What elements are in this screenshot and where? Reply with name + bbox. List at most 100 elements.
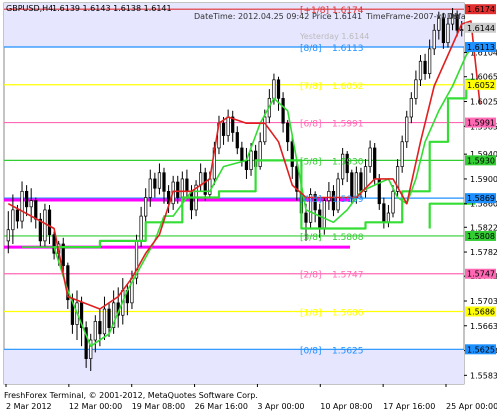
candle-body (144, 197, 148, 217)
candle-body (432, 29, 436, 50)
candle-body (34, 200, 38, 220)
candle-body (98, 321, 102, 335)
candle-body (382, 203, 386, 223)
x-tick-label: 10 Apr 08:00 (320, 402, 372, 411)
price-tag-label: 1.5625 (467, 345, 495, 354)
candle-body (157, 172, 162, 189)
candle-body (221, 122, 226, 136)
level-value: 1.5808 (332, 233, 364, 243)
candle-body (428, 48, 432, 74)
y-tick-label: 1.5900 (470, 175, 497, 184)
candle-body (148, 178, 152, 198)
price-tag-label: 1.6113 (467, 43, 495, 52)
level-value: 1.6113 (332, 44, 364, 54)
price-tag-label: 1.6174 (467, 5, 495, 14)
x-tick-label: 12 Mar 00:00 (69, 402, 122, 411)
level-name: [8/8] (300, 44, 322, 54)
bottom-zone (4, 349, 464, 384)
level-name: [7/8] (300, 82, 322, 92)
x-tick-label: 19 Mar 08:00 (132, 402, 185, 411)
candle-body (286, 122, 290, 143)
x-tick-label: 25 Apr 00:00 (446, 402, 497, 411)
candle-body (460, 29, 464, 31)
level-value: 1.5991 (332, 120, 364, 130)
level-name: [0/8] (300, 346, 322, 356)
price-label: Price 1.6141 (312, 12, 362, 21)
candle-body (208, 178, 212, 195)
price-tag-label: 1.6052 (467, 81, 495, 90)
candle-body (318, 209, 322, 229)
candle-body (153, 178, 157, 189)
candle-body (93, 321, 97, 341)
candle-body (226, 116, 230, 136)
copyright-label: FreshForex Terminal, © 2001-2012, MetaQu… (4, 391, 258, 400)
x-tick-label: 3 Apr 00:00 (257, 402, 304, 411)
candle-body (276, 79, 281, 99)
candle-body (258, 141, 262, 167)
candle-body (272, 79, 276, 99)
y-tick-label: 1.5703 (470, 297, 497, 306)
chart-canvas: [+1/8] 1.6174[8/8] 1.6113[7/8] 1.6052[6/8] 1… (0, 0, 497, 416)
x-tick-label: 17 Apr 16:00 (383, 402, 435, 411)
candle-body (414, 79, 418, 99)
price-tag-label: 1.5808 (467, 232, 495, 241)
level-value: 1.5747 (332, 271, 364, 281)
candle-body (25, 190, 29, 208)
level-name: [4/8] (300, 195, 322, 205)
candle-body (240, 147, 244, 161)
candle-body (441, 17, 445, 43)
candle-body (139, 215, 143, 242)
price-tag-label: 1.5991 (467, 119, 495, 128)
level-value: 1.5869 (332, 195, 364, 205)
price-tag-label: 1.6144 (467, 24, 495, 33)
candle-body (386, 212, 391, 223)
candle-body (359, 172, 363, 192)
candle-body (15, 209, 20, 222)
level-value: 1.6052 (332, 82, 364, 92)
candle-body (249, 150, 253, 170)
level-value: 1.5625 (332, 346, 364, 356)
price-tag-label: 1.5869 (467, 194, 495, 203)
cut-label: Defa (447, 12, 466, 21)
candle-body (446, 23, 450, 43)
candle-body (6, 229, 10, 242)
candle-body (350, 172, 354, 198)
candle-body (400, 141, 404, 167)
y-tick-label: 1.5782 (470, 248, 497, 257)
candle-body (47, 209, 52, 236)
level-name: [5/8] (300, 157, 322, 167)
level-name: [6/8] (300, 120, 322, 130)
y-tick-label: 1.5822 (470, 223, 497, 232)
level-value: 1.5686 (332, 309, 364, 319)
candle-body (102, 308, 107, 335)
candle-body (199, 172, 203, 186)
candle-body (354, 172, 358, 198)
candle-body (423, 60, 427, 74)
candle-body (304, 212, 308, 223)
candle-body (180, 178, 184, 198)
candle-body (11, 209, 15, 231)
candle-body (405, 116, 409, 143)
candle-body (43, 209, 47, 242)
level-name: [2/8] (300, 271, 322, 281)
candle-body (281, 98, 285, 124)
level-name: [1/8] (300, 309, 322, 319)
candle-body (322, 200, 326, 229)
candle-body (290, 141, 294, 167)
candle-body (263, 116, 267, 143)
ohlc-label: 1.6139 1.6143 1.6138 1.6141 (52, 4, 172, 13)
y-tick-label: 1.6025 (470, 98, 497, 107)
candle-body (409, 98, 413, 118)
candle-body (235, 132, 239, 149)
level-name: [3/8] (300, 233, 322, 243)
symbol-label: GBPUSD,H4 (6, 4, 53, 13)
candle-body (391, 190, 395, 214)
x-tick-label: 26 Mar 16:00 (195, 402, 248, 411)
candle-body (373, 147, 377, 180)
candle-body (327, 190, 331, 201)
datetime-label: DateTime: 2012.04.25 09:42 (194, 12, 309, 21)
candle-body (176, 181, 180, 198)
timeframe-label: TimeFrame-2007-v0.05 (365, 12, 459, 21)
price-tag-label: 1.5930 (467, 156, 495, 165)
level-value: 1.5930 (332, 157, 364, 167)
